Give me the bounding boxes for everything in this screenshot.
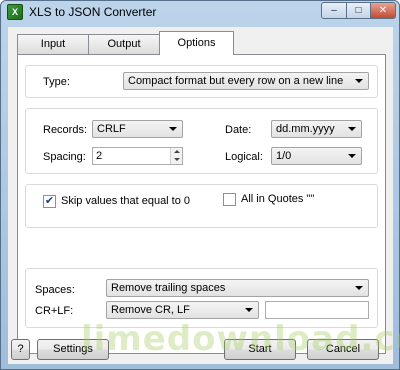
title-bar[interactable]: X XLS to JSON Converter – □ ✕ [1, 1, 399, 23]
values-group: ✔ Skip values that equal to 0 All in Quo… [25, 184, 378, 228]
app-icon: X [7, 4, 23, 20]
date-label: Date: [225, 124, 252, 136]
spacing-stepper[interactable]: 2 [92, 147, 183, 165]
logical-label: Logical: [225, 151, 263, 163]
start-button[interactable]: Start [224, 339, 296, 360]
crlf-replace-input[interactable] [265, 301, 369, 319]
chevron-down-icon [348, 154, 356, 158]
crlf-label: CR+LF: [35, 305, 74, 317]
crlf-select-value: Remove CR, LF [111, 304, 190, 316]
logical-select[interactable]: 1/0 [271, 147, 362, 165]
tab-output[interactable]: Output [88, 34, 160, 54]
records-select-value: CRLF [97, 123, 126, 135]
logical-select-value: 1/0 [276, 150, 292, 162]
client-area: Input Output Options Type: Compact forma… [8, 27, 393, 364]
skip-zero-label[interactable]: Skip values that equal to 0 [61, 195, 190, 207]
whitespace-group: Spaces: Remove trailing spaces CR+LF: Re… [25, 268, 378, 328]
records-label: Records: [43, 124, 88, 136]
spacing-value: 2 [96, 150, 103, 162]
skip-zero-checkbox[interactable]: ✔ [43, 195, 56, 208]
type-label: Type: [43, 76, 70, 88]
date-select[interactable]: dd.mm.yyyy [271, 120, 362, 138]
date-select-value: dd.mm.yyyy [276, 123, 335, 135]
close-button[interactable]: ✕ [370, 2, 396, 19]
records-select[interactable]: CRLF [92, 120, 183, 138]
cancel-button[interactable]: Cancel [307, 339, 379, 360]
chevron-down-icon [355, 79, 363, 83]
all-in-quotes-checkbox[interactable] [223, 193, 236, 206]
tab-input[interactable]: Input [17, 34, 89, 54]
stepper-arrows-icon[interactable] [170, 148, 182, 164]
type-group: Type: Compact format but every row on a … [25, 65, 378, 98]
help-button[interactable]: ? [11, 339, 30, 360]
spaces-select[interactable]: Remove trailing spaces [106, 279, 369, 297]
all-in-quotes-label[interactable]: All in Quotes "" [241, 193, 314, 205]
spaces-select-value: Remove trailing spaces [111, 282, 226, 294]
window-title: XLS to JSON Converter [29, 5, 157, 19]
crlf-select[interactable]: Remove CR, LF [106, 301, 259, 319]
minimize-button[interactable]: – [321, 2, 347, 19]
options-panel: Type: Compact format but every row on a … [17, 54, 386, 354]
spaces-label: Spaces: [35, 284, 75, 296]
chevron-down-icon [245, 308, 253, 312]
format-group: Records: CRLF Date: dd.mm.yyyy Spacing: … [25, 108, 378, 174]
type-select[interactable]: Compact format but every row on a new li… [123, 72, 369, 90]
tab-options[interactable]: Options [159, 31, 234, 55]
type-select-value: Compact format but every row on a new li… [128, 75, 344, 87]
app-window: X XLS to JSON Converter – □ ✕ Input Outp… [0, 0, 400, 370]
chevron-down-icon [169, 127, 177, 131]
chevron-down-icon [355, 286, 363, 290]
spacing-label: Spacing: [43, 151, 86, 163]
maximize-button[interactable]: □ [346, 2, 371, 19]
chevron-down-icon [348, 127, 356, 131]
settings-button[interactable]: Settings [37, 339, 109, 360]
